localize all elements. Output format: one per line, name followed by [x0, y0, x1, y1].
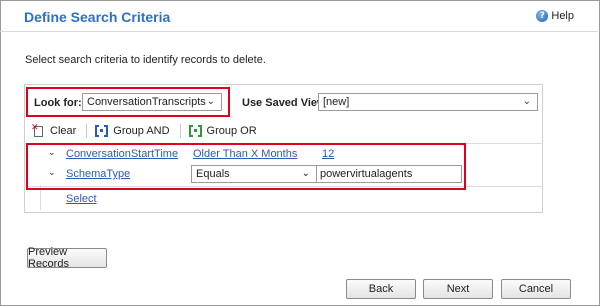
chevron-down-icon: ⌄	[301, 168, 310, 179]
clear-button[interactable]: ✕ Clear	[31, 123, 77, 138]
criteria-value-text: powervirtualagents	[320, 168, 413, 180]
criteria-field-link[interactable]: SchemaType	[66, 168, 130, 180]
clear-icon: ✕	[31, 123, 45, 138]
criteria-operator-link[interactable]: Older Than X Months	[193, 148, 297, 160]
operator-select[interactable]: Equals ⌄	[191, 165, 317, 183]
criteria-row: ⌄ ConversationStartTime Older Than X Mon…	[24, 144, 543, 164]
dialog-title: Define Search Criteria	[24, 9, 171, 25]
saved-view-value: [new]	[323, 96, 350, 108]
criteria-value-link[interactable]: 12	[322, 148, 334, 160]
help-link[interactable]: ? Help	[536, 10, 574, 22]
clear-label: Clear	[50, 125, 77, 137]
lookfor-label: Look for:	[34, 97, 82, 109]
indent-guide	[40, 185, 41, 210]
saved-view-label: Use Saved View:	[242, 97, 330, 109]
toolbar-separator	[86, 124, 88, 138]
select-field-link[interactable]: Select	[66, 193, 97, 205]
chevron-down-icon: ⌄	[522, 96, 531, 107]
row-expand-icon[interactable]: ⌄	[48, 168, 56, 178]
criteria-value-input[interactable]: powervirtualagents	[316, 165, 462, 183]
back-button[interactable]: Back	[346, 279, 416, 299]
group-and-icon	[95, 125, 109, 137]
row-expand-icon[interactable]: ⌄	[48, 148, 56, 158]
group-or-label: Group OR	[206, 125, 257, 137]
toolbar-separator	[179, 124, 181, 138]
group-and-button[interactable]: Group AND	[95, 125, 170, 137]
criteria-toolbar: ✕ Clear Group AND Group OR	[24, 121, 543, 141]
help-label: Help	[551, 10, 574, 22]
cancel-button[interactable]: Cancel	[501, 279, 571, 299]
help-icon: ?	[536, 10, 549, 22]
lookfor-value: ConversationTranscripts	[87, 96, 206, 108]
criteria-field-link[interactable]: ConversationStartTime	[66, 148, 178, 160]
header-divider	[0, 31, 598, 32]
next-button[interactable]: Next	[423, 279, 493, 299]
grid-divider	[24, 186, 543, 187]
chevron-down-icon: ⌄	[206, 96, 215, 107]
criteria-row: ⌄ SchemaType Equals ⌄ powervirtualagents	[24, 164, 543, 184]
group-or-icon	[188, 125, 202, 137]
group-or-button[interactable]: Group OR	[188, 125, 257, 137]
group-and-label: Group AND	[113, 125, 170, 137]
preview-records-button[interactable]: Preview Records	[27, 246, 107, 270]
lookfor-select[interactable]: ConversationTranscripts ⌄	[82, 93, 222, 111]
operator-value: Equals	[196, 168, 230, 180]
saved-view-select[interactable]: [new] ⌄	[318, 93, 538, 111]
instruction-text: Select search criteria to identify recor…	[25, 54, 266, 66]
